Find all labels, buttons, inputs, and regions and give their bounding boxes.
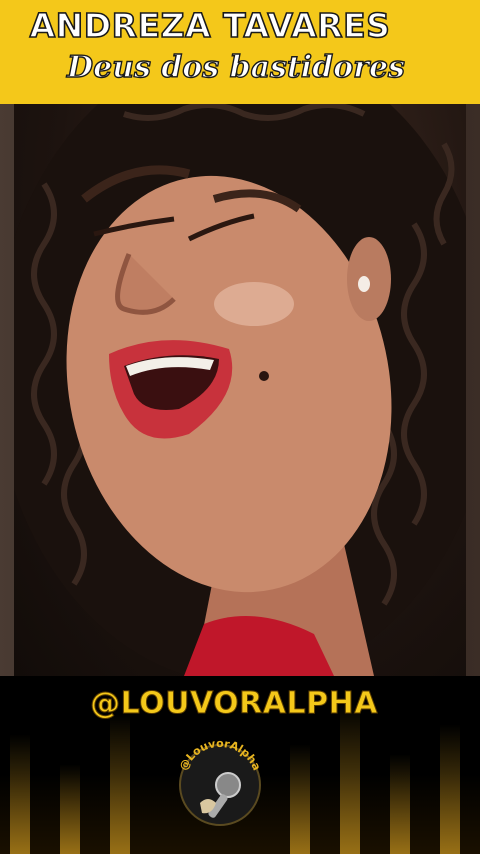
- song-title: Deus dos bastidores: [66, 49, 405, 85]
- light-stripe: [10, 734, 30, 854]
- light-stripe: [110, 714, 130, 854]
- light-stripe: [290, 744, 310, 854]
- video-player[interactable]: [14, 104, 466, 676]
- microphone-icon: [215, 772, 241, 798]
- title-banner: ANDREZA TAVARES Deus dos bastidores: [0, 0, 480, 104]
- channel-logo-icon: @LouvorAlpha: [177, 737, 263, 826]
- singer-video-frame: [14, 104, 466, 676]
- cheek-highlight: [214, 282, 294, 326]
- earbud-shape: [358, 276, 370, 292]
- light-stripe: [440, 724, 460, 854]
- beauty-mark: [259, 371, 269, 381]
- light-stripe: [390, 754, 410, 854]
- footer-banner: @LOUVORALPHA @LouvorAlpha: [0, 676, 480, 854]
- light-stripe: [60, 764, 80, 854]
- ear-shape: [347, 237, 391, 321]
- artist-name: ANDREZA TAVARES: [29, 5, 391, 46]
- channel-handle[interactable]: @LOUVORALPHA: [0, 686, 474, 722]
- light-stripe: [340, 704, 360, 854]
